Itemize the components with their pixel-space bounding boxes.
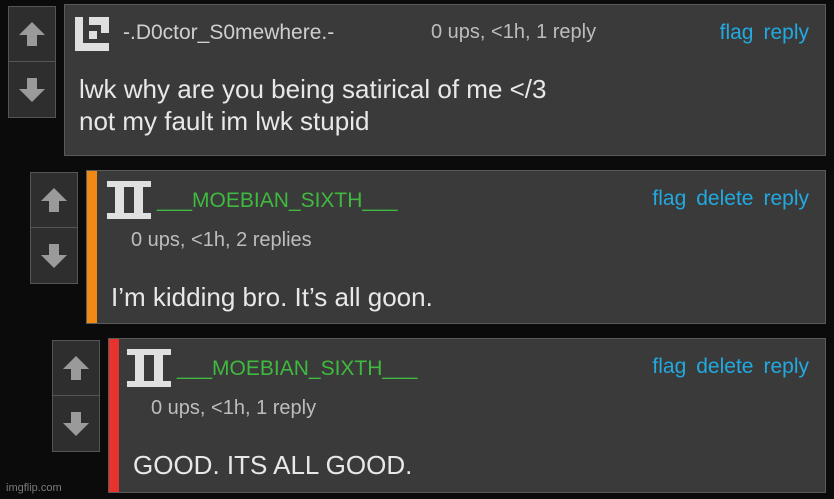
avatar-1 bbox=[75, 17, 109, 51]
reply-link[interactable]: reply bbox=[763, 355, 809, 379]
downvote-button-3[interactable] bbox=[53, 396, 99, 451]
comment-meta-1: 0 ups, <1h, 1 reply bbox=[431, 21, 597, 43]
upvote-button-1[interactable] bbox=[9, 7, 55, 62]
thread-stripe-3 bbox=[109, 339, 119, 492]
comment-3: ___MOEBIAN_SIXTH___ flag delete reply 0 … bbox=[108, 338, 826, 493]
comment-meta-2: 0 ups, <1h, 2 replies bbox=[131, 229, 312, 251]
thread-stripe-2 bbox=[87, 171, 97, 323]
up-arrow-icon bbox=[19, 22, 45, 46]
comment-meta-3: 0 ups, <1h, 1 reply bbox=[151, 397, 317, 419]
upvote-button-3[interactable] bbox=[53, 341, 99, 396]
vote-box-2 bbox=[30, 172, 78, 284]
comment-actions-1: flag reply bbox=[720, 21, 809, 45]
comment-line: lwk why are you being satirical of me </… bbox=[79, 74, 547, 104]
comment-body-1: lwk why are you being satirical of me </… bbox=[79, 73, 547, 137]
comment-body-2: I’m kidding bro. It’s all goon. bbox=[111, 281, 433, 313]
downvote-button-1[interactable] bbox=[9, 62, 55, 117]
down-arrow-icon bbox=[41, 243, 67, 268]
avatar-2 bbox=[107, 181, 151, 219]
upvote-button-2[interactable] bbox=[31, 173, 77, 228]
comment-actions-3: flag delete reply bbox=[652, 355, 809, 379]
comment-1: -.D0ctor_S0mewhere.- 0 ups, <1h, 1 reply… bbox=[64, 4, 826, 156]
comment-line: not my fault im lwk stupid bbox=[79, 106, 370, 136]
up-arrow-icon bbox=[41, 188, 67, 212]
comment-line: I’m kidding bro. It’s all goon. bbox=[111, 282, 433, 312]
down-arrow-icon bbox=[63, 411, 89, 436]
comment-actions-2: flag delete reply bbox=[652, 187, 809, 211]
watermark: imgflip.com bbox=[6, 482, 62, 494]
reply-link[interactable]: reply bbox=[763, 187, 809, 211]
flag-link[interactable]: flag bbox=[720, 21, 754, 45]
avatar-3 bbox=[127, 349, 171, 387]
downvote-button-2[interactable] bbox=[31, 228, 77, 283]
down-arrow-icon bbox=[19, 77, 45, 102]
comment-body-3: GOOD. ITS ALL GOOD. bbox=[133, 449, 412, 481]
flag-link[interactable]: flag bbox=[652, 187, 686, 211]
username-3[interactable]: ___MOEBIAN_SIXTH___ bbox=[177, 357, 417, 381]
reply-link[interactable]: reply bbox=[763, 21, 809, 45]
flag-link[interactable]: flag bbox=[652, 355, 686, 379]
up-arrow-icon bbox=[63, 356, 89, 380]
username-2[interactable]: ___MOEBIAN_SIXTH___ bbox=[157, 189, 397, 213]
comment-line: GOOD. ITS ALL GOOD. bbox=[133, 450, 413, 480]
vote-box-3 bbox=[52, 340, 100, 452]
username-1[interactable]: -.D0ctor_S0mewhere.- bbox=[123, 21, 334, 45]
comment-2: ___MOEBIAN_SIXTH___ flag delete reply 0 … bbox=[86, 170, 826, 324]
delete-link[interactable]: delete bbox=[696, 187, 753, 211]
delete-link[interactable]: delete bbox=[696, 355, 753, 379]
vote-box-1 bbox=[8, 6, 56, 118]
